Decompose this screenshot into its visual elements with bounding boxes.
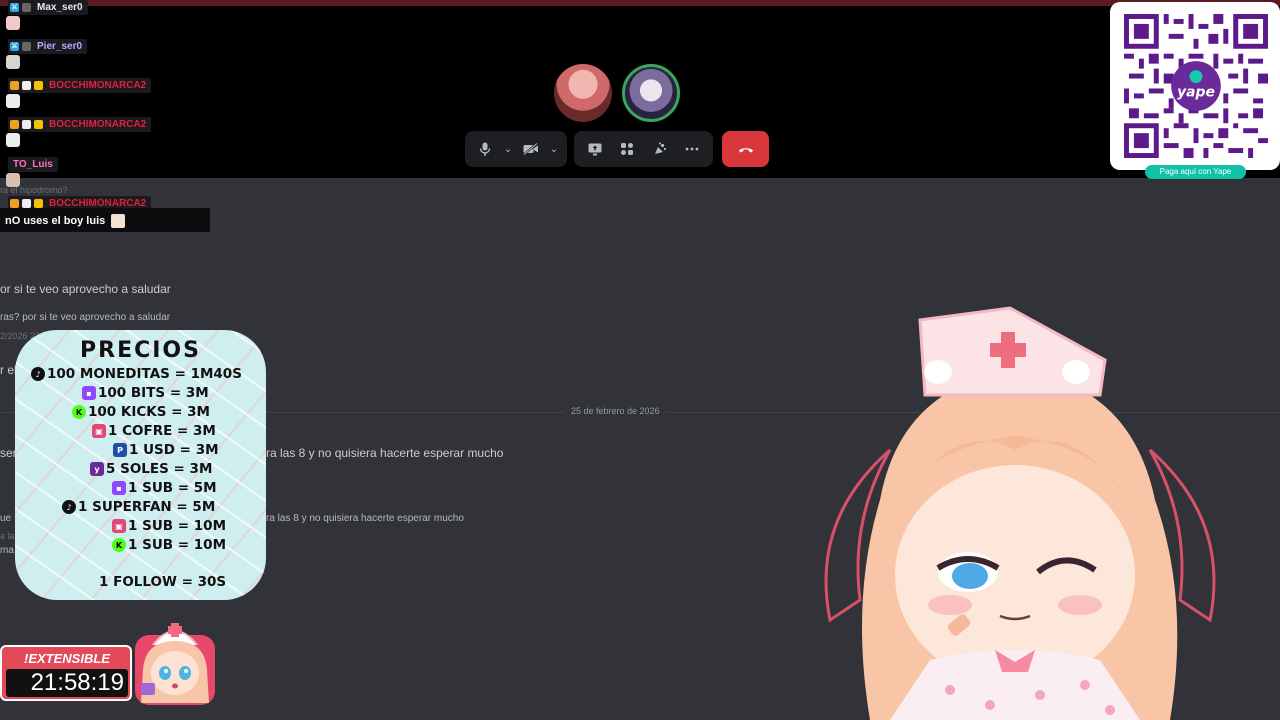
more-icon[interactable] [677,135,707,163]
stream-scene: ra el hipodromo? or si te veo aprovecho … [0,0,1280,720]
price-row: ♪ 100 MONEDITAS = 1M40S [31,365,242,383]
chat-message: or si te veo aprovecho a saludar [0,282,171,296]
price-row: ▣ 1 COFRE = 3M [92,422,216,440]
yape-icon: y [90,462,104,476]
emote-icon [6,94,20,108]
emote-icon [6,16,20,30]
price-row: K 100 KICKS = 3M [72,403,210,421]
price-row: K 1 SUB = 10M [112,536,226,554]
camera-off-icon[interactable] [517,135,545,163]
call-header-strip [0,0,1280,6]
yape-qr-card: yape [1110,2,1280,170]
kick-icon: K [112,538,126,552]
twitch-icon: ▪ [82,386,96,400]
emote-icon [6,55,20,69]
twitch-icon: ▪ [112,481,126,495]
badge-icon: ⚔ [10,42,19,51]
crown-icon [34,120,43,129]
emote-icon [6,133,20,147]
emote-icon [6,173,20,187]
activities-icon[interactable] [612,135,642,163]
chat-username: BOCCHIMONARCA2 [8,78,152,93]
price-row: ▪ 100 BITS = 3M [82,384,209,402]
badge-icon [22,81,31,90]
badge-icon [22,120,31,129]
chest-icon: ▣ [92,424,106,438]
kick-icon: K [72,405,86,419]
timer-label: !EXTENSIBLE [24,651,110,666]
call-action-controls [574,131,713,167]
badge-icon [10,199,19,208]
crown-icon [34,199,43,208]
phone-hangup-icon [738,148,753,153]
badge-icon [10,81,19,90]
chat-message-text: nO uses el boy luis [5,214,126,228]
timer-value: 21:58:19 [6,669,128,697]
price-list-title: PRECIOS [80,338,201,363]
avatar[interactable] [554,64,612,122]
voice-call-panel: ⌄ ⌄ [0,0,1280,178]
avatar[interactable] [622,64,680,122]
crown-icon [34,81,43,90]
badge-icon [22,42,31,51]
emote-icon [111,214,126,228]
price-list-panel: PRECIOS ♪ 100 MONEDITAS = 1M40S ▪ 100 BI… [15,330,266,600]
price-row: ▪ 1 SUB = 5M [112,479,217,497]
price-row: P 1 USD = 3M [113,441,219,459]
chat-username: TO_Luis [8,157,58,172]
tiktok-icon: ♪ [31,367,45,381]
badge-icon [22,3,31,12]
paypal-icon: P [113,443,127,457]
price-row: ♪ 1 SUPERFAN = 5M [62,498,215,516]
media-controls: ⌄ ⌄ [465,131,567,167]
chest-icon: ▣ [112,519,126,533]
tiktok-icon: ♪ [62,500,76,514]
qr-code-icon: yape [1124,14,1268,158]
price-row: y 5 SOLES = 3M [90,460,212,478]
disconnect-button[interactable] [722,131,769,167]
chibi-avatar [135,623,215,705]
price-row: ▣ 1 SUB = 10M [112,517,226,535]
chat-username: ⚔ Max_ser0 [8,0,88,15]
microphone-icon[interactable] [471,135,499,163]
chat-username: BOCCHIMONARCA2 [8,117,152,132]
chat-message: ra las 8 y no quisiera hacerte esperar m… [266,446,504,460]
chat-message: ma [0,545,14,556]
qr-caption: Paga aquí con Yape [1145,165,1246,179]
price-row: 1 FOLLOW = 30S [99,574,227,590]
badge-icon: ⚔ [10,3,19,12]
chat-message: ras? por si te veo aprovecho a saludar [0,312,171,323]
chat-message: ra las 8 y no quisiera hacerte esperar m… [266,513,464,524]
chevron-down-icon[interactable]: ⌄ [547,135,561,163]
vtuber-model [824,306,1216,720]
subathon-timer: !EXTENSIBLE 21:58:19 [0,645,132,701]
badge-icon [10,120,19,129]
svg-text:yape: yape [1177,84,1215,100]
chat-message: ue [0,513,12,524]
screen-share-icon[interactable] [580,135,610,163]
badge-icon [22,199,31,208]
soundboard-icon[interactable] [645,135,675,163]
chevron-down-icon[interactable]: ⌄ [501,135,515,163]
chat-username: ⚔ Pier_ser0 [8,39,88,54]
